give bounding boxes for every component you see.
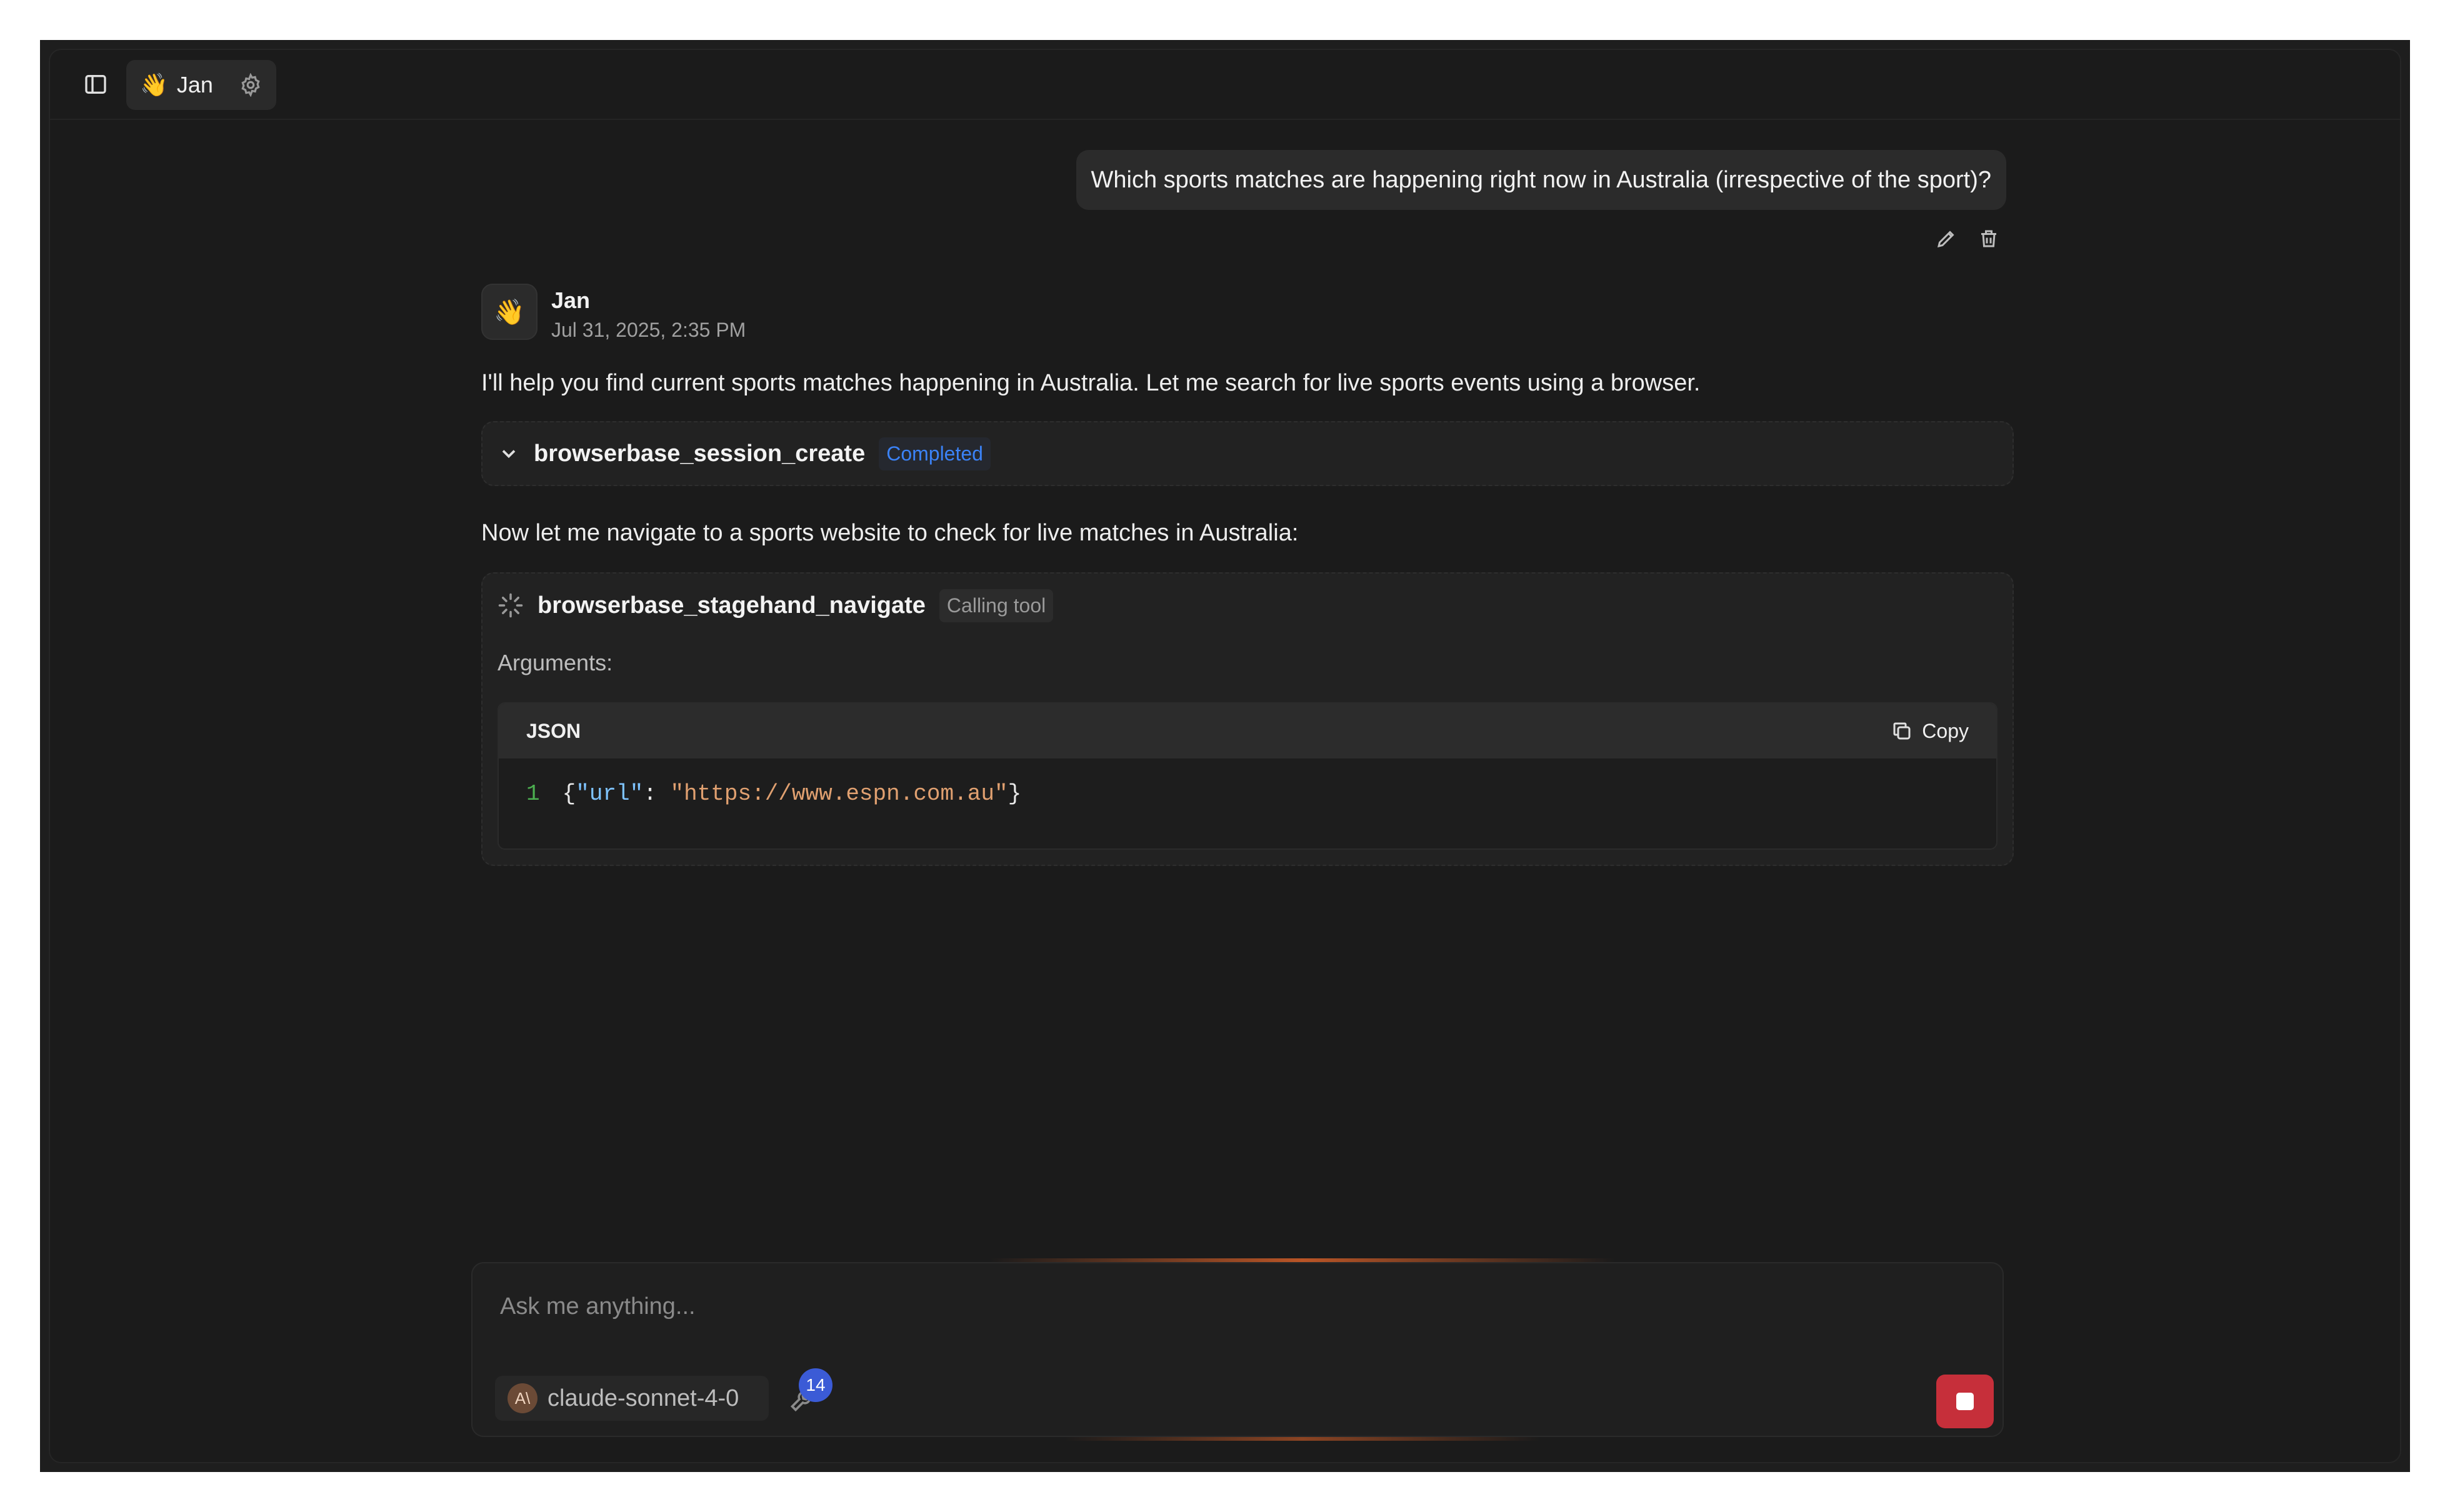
message-actions	[1932, 225, 2002, 252]
model-name: claude-sonnet-4-0	[548, 1385, 739, 1411]
stop-icon	[1956, 1393, 1974, 1410]
sidebar-toggle-icon[interactable]	[80, 69, 111, 100]
line-number: 1	[526, 781, 540, 807]
user-message-text: Which sports matches are happening right…	[1091, 166, 1991, 193]
copy-button[interactable]: Copy	[1891, 720, 1969, 743]
top-bar: 👋 Jan	[50, 50, 2400, 120]
agent-emoji: 👋	[140, 72, 168, 97]
user-message: Which sports matches are happening right…	[1076, 150, 2006, 210]
json-value: "https://www.espn.com.au"	[670, 781, 1008, 807]
model-selector[interactable]: A\ claude-sonnet-4-0	[495, 1376, 769, 1421]
copy-label: Copy	[1922, 719, 1969, 742]
tool-call-session-create[interactable]: browserbase_session_create Completed	[481, 421, 2014, 486]
trash-icon[interactable]	[1975, 225, 2002, 252]
assistant-header: 👋 Jan Jul 31, 2025, 2:35 PM	[481, 284, 746, 342]
tool-name: browserbase_session_create	[534, 440, 866, 467]
json-key: "url"	[576, 781, 644, 807]
code-line: 1 {"url": "https://www.espn.com.au"}	[526, 781, 1022, 807]
chat-input[interactable]: Ask me anything...	[500, 1293, 696, 1320]
status-badge: Completed	[879, 437, 991, 470]
message-timestamp: Jul 31, 2025, 2:35 PM	[551, 319, 746, 341]
assistant-name: Jan	[551, 287, 591, 313]
assistant-intro-text: I'll help you find current sports matche…	[481, 370, 1701, 396]
gear-icon[interactable]	[239, 73, 262, 97]
tool-name: browserbase_stagehand_navigate	[538, 592, 926, 619]
chevron-down-icon[interactable]	[498, 442, 520, 465]
composer-glow-bottom	[1065, 1437, 1540, 1441]
agent-selector[interactable]: 👋 Jan	[126, 60, 276, 110]
code-language: JSON	[526, 719, 581, 742]
copy-icon	[1891, 720, 1913, 742]
loading-spinner-icon	[498, 592, 524, 619]
tool-call-stagehand-navigate: browserbase_stagehand_navigate Calling t…	[481, 572, 2014, 866]
assistant-follow-text: Now let me navigate to a sports website …	[481, 520, 1299, 546]
tools-count-badge: 14	[799, 1368, 832, 1402]
app-window: 👋 Jan Which sports matches are happening…	[40, 40, 2410, 1472]
arguments-label: Arguments:	[498, 650, 613, 675]
edit-icon[interactable]	[1932, 225, 1960, 252]
chat-panel: 👋 Jan Which sports matches are happening…	[49, 49, 2401, 1463]
agent-name: Jan	[176, 72, 213, 97]
code-header: JSON Copy	[499, 704, 1996, 758]
code-block: JSON Copy 1 {"url": "https://www.espn.co…	[498, 702, 1998, 850]
status-badge: Calling tool	[939, 589, 1054, 622]
stop-button[interactable]	[1936, 1375, 1994, 1428]
anthropic-logo-icon: A\	[508, 1383, 538, 1413]
assistant-avatar: 👋	[481, 284, 538, 340]
chat-composer: Ask me anything... A\ claude-sonnet-4-0 …	[471, 1262, 2004, 1437]
